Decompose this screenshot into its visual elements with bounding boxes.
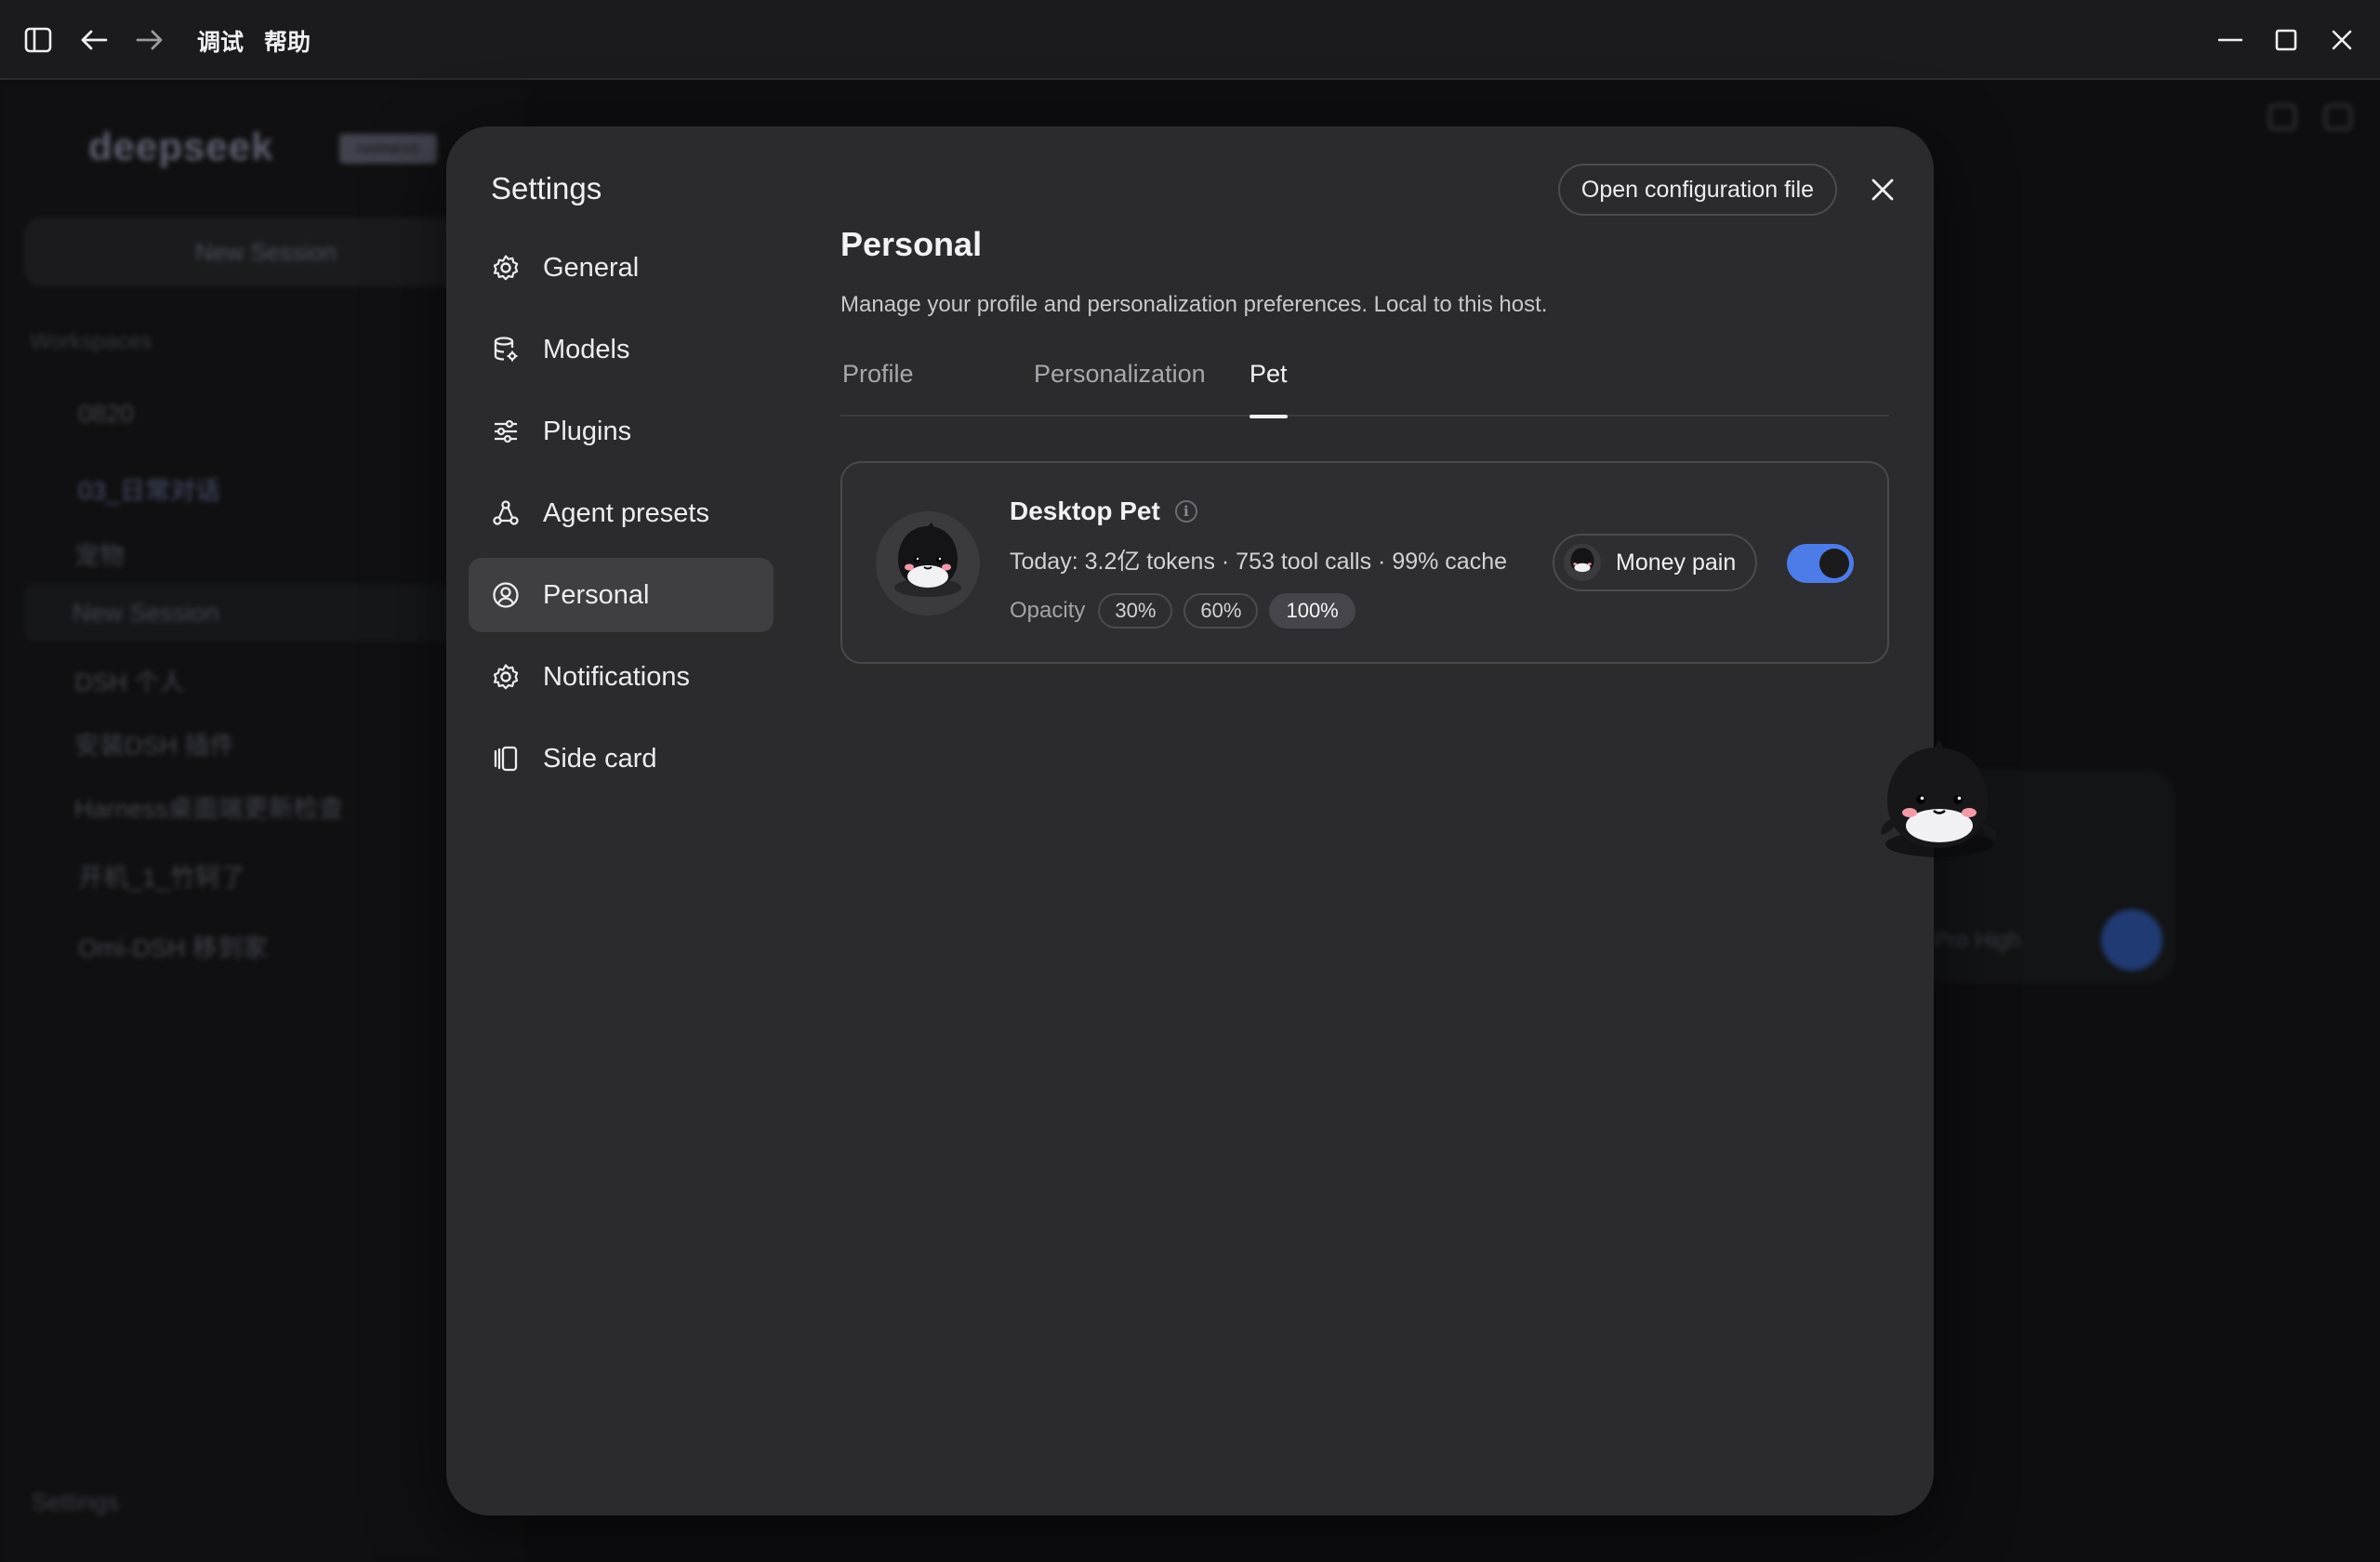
nav-label: Notifications [543,661,690,692]
workspace-item: 开机_1_竹轲了 [78,864,246,892]
menu-debug[interactable]: 调试 [197,24,244,58]
nav-item-side-card[interactable]: Side card [469,721,774,796]
database-icon [491,335,521,364]
tab-personalization[interactable]: Personalization [1034,353,1206,417]
session-item: New Session [24,584,508,642]
pet-name: Desktop Pet i [1010,496,1197,526]
nav-label: Personal [543,579,650,610]
sliders-icon [491,417,521,446]
window-close-icon[interactable] [2322,20,2361,60]
session-item: 安装DSH 插件 [74,732,235,760]
background-settings: Settings [32,1488,119,1516]
pet-avatar [876,511,980,616]
nav-item-models[interactable]: Models [469,312,774,387]
pet-thumbnail [1564,544,1601,581]
new-session-button: New Session [24,218,508,286]
forward-arrow-icon[interactable] [130,20,169,60]
minimize-icon[interactable] [2211,20,2250,60]
user-circle-icon [491,580,521,610]
side-card-icon [491,744,521,774]
nav-label: Models [543,334,630,364]
nav-label: General [543,252,640,283]
nav-item-plugins[interactable]: Plugins [469,394,774,469]
opacity-label: Opacity [1010,598,1086,623]
pet-name-label: Desktop Pet [1010,496,1160,525]
workspace-item: 0820 [78,400,135,428]
nav-item-personal[interactable]: Personal [469,558,774,632]
logo-badge: HARNESS [339,134,437,164]
opacity-row: Opacity 30% 60% 100% [1010,593,1367,629]
nav-item-agent-presets[interactable]: Agent presets [469,476,774,550]
sidebar-toggle-icon[interactable] [19,20,58,60]
floating-desktop-pet[interactable] [1869,735,2008,865]
session-item: Harness桌面端更新检查 [74,795,344,823]
tab-profile[interactable]: Profile [842,353,914,417]
session-item: DSH 个人 [74,668,185,696]
open-config-button[interactable]: Open configuration file [1558,164,1837,216]
session-item: 宠物 [74,542,125,570]
nav-label: Plugins [543,416,632,446]
opacity-option-30[interactable]: 30% [1098,593,1173,629]
nav-label: Agent presets [543,497,709,528]
settings-modal: Settings General Models Plugins Agent pr… [446,126,1934,1516]
tab-pet[interactable]: Pet [1250,353,1288,418]
nav-item-notifications[interactable]: Notifications [469,640,774,714]
workspace-item: Omi-DSH 移到家 [78,934,268,962]
opacity-option-60[interactable]: 60% [1183,593,1259,629]
info-icon[interactable]: i [1174,500,1197,523]
close-icon[interactable] [1863,170,1902,209]
personal-tabs: Profile Personalization Pet [840,353,1889,418]
section-title: Personal [840,225,983,263]
background-top-icons [2268,104,2352,136]
pet-selector-label: Money pain [1616,549,1737,576]
desktop-pet-card: Desktop Pet i Today: 3.2亿 tokens · 753 t… [840,461,1889,664]
gear-icon [491,662,521,692]
menu-help[interactable]: 帮助 [264,24,311,58]
deepseek-logo: deepseek [88,125,274,168]
section-description: Manage your profile and personalization … [840,292,1548,317]
workspace-item: 03_日常对话 [78,477,221,505]
pet-selector[interactable]: Money pain [1553,534,1757,591]
back-arrow-icon[interactable] [74,20,113,60]
send-button [2101,909,2162,971]
toggle-knob [1819,549,1849,578]
maximize-icon[interactable] [2267,20,2306,60]
model-selector: Pro High [1934,928,2021,953]
nav-label: Side card [543,743,657,774]
workspaces-label: Workspaces [30,329,152,354]
title-bar: 调试 帮助 [0,0,2380,80]
settings-title: Settings [491,171,602,205]
settings-nav: General Models Plugins Agent presets Per… [469,231,774,803]
opacity-option-100[interactable]: 100% [1269,593,1355,629]
gear-icon [491,253,521,283]
pet-stats: Today: 3.2亿 tokens · 753 tool calls · 99… [1010,549,1508,575]
nav-item-general[interactable]: General [469,231,774,305]
nodes-icon [491,498,521,528]
pet-enable-toggle[interactable] [1787,544,1854,583]
